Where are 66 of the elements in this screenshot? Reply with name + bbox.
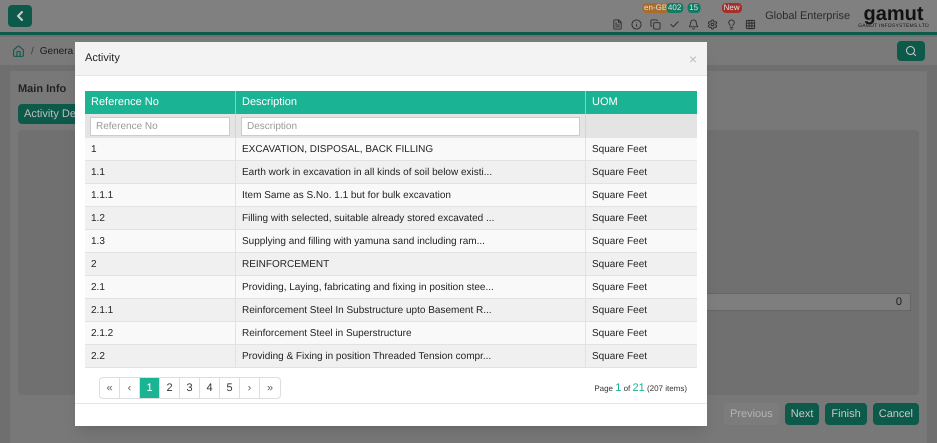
filter-field[interactable]: Description: [241, 116, 580, 136]
table-cell: Square Feet: [585, 161, 695, 183]
settings-icon[interactable]: [707, 19, 718, 30]
page-info: Page 1 of 21 (207 items): [594, 380, 687, 396]
section-title: Main Info: [18, 82, 68, 97]
dialog-title: Activity: [85, 51, 120, 66]
table-cell-text: 2.1.1: [90, 304, 114, 318]
page-button[interactable]: 3: [180, 378, 200, 398]
table-cell: Providing, Laying, fabricating and fixing in position stee...: [235, 276, 585, 298]
table-cell-text: 2: [90, 258, 98, 272]
table-cell: Square Feet: [585, 345, 695, 367]
table-cell: Reinforcement Steel In Substructure upto Basement R...: [235, 299, 585, 321]
table-cell: Square Feet: [585, 184, 695, 206]
table-cell: Item Same as S.No. 1.1 but for bulk excavation: [235, 184, 585, 206]
table-cell: Earth work in excavation in all kinds of soil below existi...: [235, 161, 585, 183]
notification-badge: 15: [687, 3, 700, 13]
page-button[interactable]: 1: [140, 378, 160, 398]
table-cell: EXCAVATION, DISPOSAL, BACK FILLING: [235, 138, 585, 160]
copy-icon[interactable]: [650, 19, 662, 30]
company-name[interactable]: Global Enterprise: [765, 8, 850, 24]
column-header[interactable]: Reference No: [85, 91, 235, 114]
search-icon: [905, 45, 917, 57]
table-cell: Square Feet: [585, 322, 695, 344]
search-button[interactable]: [897, 41, 925, 61]
back-button[interactable]: [8, 5, 32, 27]
breadcrumb-item[interactable]: Genera: [40, 44, 74, 58]
table-cell-text: 1.2: [90, 212, 106, 226]
notification-badge: 402: [666, 3, 684, 13]
page-button[interactable]: 4: [200, 378, 220, 398]
filter-field[interactable]: Reference No: [90, 116, 230, 136]
lightbulb-icon[interactable]: [726, 19, 738, 30]
table-cell: Providing & Fixing in position Threaded Tension compr...: [235, 345, 585, 367]
table-cell-text: 1.1: [90, 166, 106, 180]
notification-badge: en-GB: [642, 3, 670, 13]
grid-icon[interactable]: [745, 19, 756, 30]
document-icon[interactable]: [612, 19, 624, 30]
table-cell-text: 2.1: [90, 280, 106, 294]
table-cell-text: 1: [90, 142, 98, 156]
table-cell: Reinforcement Steel in Superstructure: [235, 322, 585, 344]
page-button[interactable]: 5: [220, 378, 240, 398]
table-cell-text: 1.1.1: [90, 188, 114, 202]
notification-badge: New: [722, 3, 742, 13]
table-cell: Filling with selected, suitable already stored excavated ...: [235, 207, 585, 229]
table-cell: Square Feet: [585, 138, 695, 160]
table-cell-text: 1.3: [90, 234, 106, 248]
breadcrumb-separator: /: [31, 44, 34, 58]
table-cell: REINFORCEMENT: [235, 253, 585, 275]
last-page-button[interactable]: »: [260, 378, 280, 398]
wizard-button[interactable]: Cancel: [872, 402, 919, 425]
table-cell: Square Feet: [585, 207, 695, 229]
first-page-button[interactable]: «: [100, 378, 120, 398]
check-icon[interactable]: [669, 19, 680, 30]
page-button[interactable]: 2: [160, 378, 180, 398]
table-cell: Square Feet: [585, 299, 695, 321]
table-cell-text: 2.2: [90, 350, 106, 364]
table-cell: Square Feet: [585, 230, 695, 252]
table-cell: Supplying and filling with yamuna sand including ram...: [235, 230, 585, 252]
next-page-button[interactable]: ›: [240, 378, 260, 398]
wizard-button[interactable]: Finish: [825, 402, 867, 425]
table-cell: Square Feet: [585, 253, 695, 275]
logo: gamut: [864, 4, 924, 24]
table-cell-text: 2.1.2: [90, 326, 114, 340]
bell-icon[interactable]: [688, 19, 700, 30]
info-icon[interactable]: [631, 19, 642, 30]
wizard-button[interactable]: Next: [784, 402, 820, 425]
table-cell: Square Feet: [585, 276, 695, 298]
